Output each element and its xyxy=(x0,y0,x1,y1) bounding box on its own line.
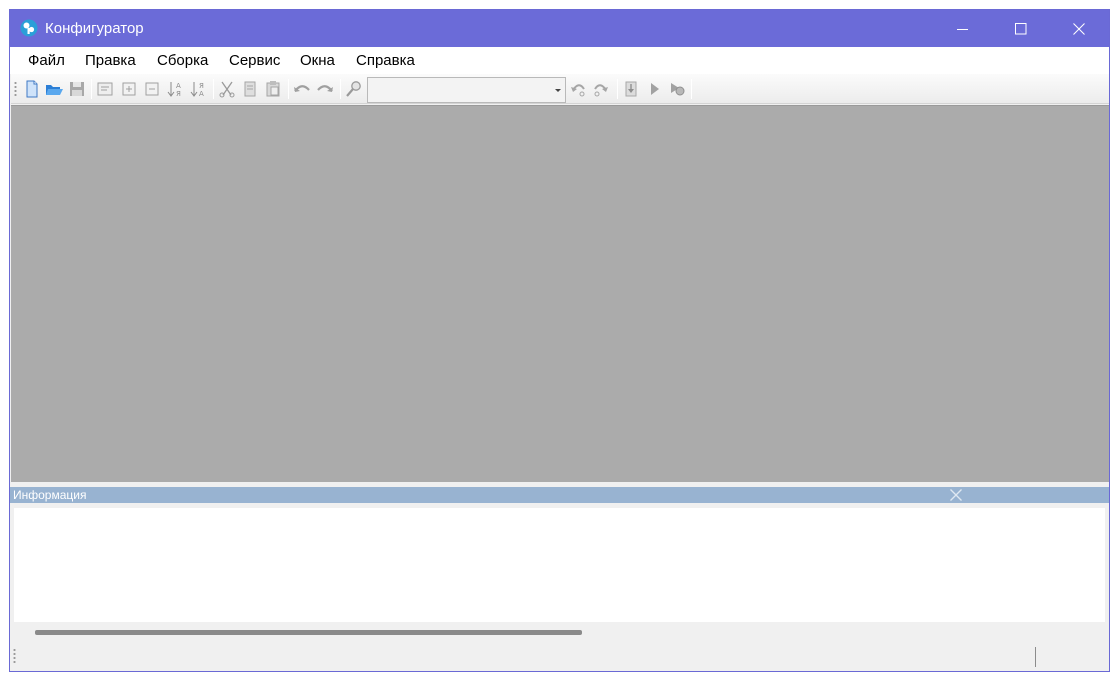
menu-file[interactable]: Файл xyxy=(28,52,65,70)
toolbar-separator xyxy=(340,79,341,99)
expand-icon[interactable] xyxy=(119,79,139,99)
copy-icon[interactable] xyxy=(240,79,260,99)
mdi-workspace[interactable] xyxy=(11,105,1109,482)
toolbar-separator xyxy=(91,79,92,99)
toolbar-separator xyxy=(691,79,692,99)
properties-icon[interactable] xyxy=(95,79,115,99)
toolbar-separator xyxy=(288,79,289,99)
debug-icon[interactable] xyxy=(667,79,687,99)
minimize-button[interactable] xyxy=(934,10,992,47)
undo-icon[interactable] xyxy=(292,79,312,99)
toolbar-separator xyxy=(617,79,618,99)
collapse-icon[interactable] xyxy=(142,79,162,99)
status-grip xyxy=(13,648,16,665)
status-divider xyxy=(1035,647,1036,667)
info-panel-header[interactable]: Информация xyxy=(10,487,1109,503)
horizontal-scrollbar[interactable] xyxy=(14,625,1105,639)
close-button[interactable] xyxy=(1050,10,1108,47)
paste-icon[interactable] xyxy=(263,79,283,99)
svg-text:A: A xyxy=(176,82,181,90)
svg-text:A: A xyxy=(199,90,204,98)
menu-bar: Файл Правка Сборка Сервис Окна Справка xyxy=(10,47,1109,74)
scrollbar-thumb[interactable] xyxy=(35,630,582,635)
toolbar-separator xyxy=(213,79,214,99)
save-icon[interactable] xyxy=(67,79,87,99)
search-combobox[interactable] xyxy=(367,77,566,103)
new-document-icon[interactable] xyxy=(22,79,42,99)
svg-text:Я: Я xyxy=(199,82,204,90)
info-panel-body[interactable] xyxy=(14,508,1105,622)
close-icon[interactable] xyxy=(949,488,963,502)
menu-windows[interactable]: Окна xyxy=(300,52,335,70)
svg-text:Я: Я xyxy=(176,90,181,98)
redo-icon[interactable] xyxy=(315,79,335,99)
info-panel-title: Информация xyxy=(13,488,87,502)
status-bar xyxy=(10,642,1109,671)
close-icon xyxy=(1073,22,1085,35)
toolbar-grip[interactable] xyxy=(14,81,17,98)
chevron-down-icon[interactable] xyxy=(555,89,561,92)
menu-help[interactable]: Справка xyxy=(356,52,415,70)
find-next-icon[interactable] xyxy=(591,79,611,99)
cut-icon[interactable] xyxy=(217,79,237,99)
search-icon[interactable] xyxy=(344,79,364,99)
run-icon[interactable] xyxy=(644,79,664,99)
title-bar[interactable]: Конфигуратор xyxy=(10,10,1109,47)
minimize-icon xyxy=(957,28,968,30)
menu-edit[interactable]: Правка xyxy=(85,52,136,70)
sort-ascending-icon[interactable]: A Я xyxy=(166,79,186,99)
configurator-window: Конфигуратор Файл Правка Сборка Сервис О… xyxy=(9,9,1110,672)
menu-build[interactable]: Сборка xyxy=(157,52,208,70)
app-logo-icon xyxy=(20,19,38,37)
find-previous-icon[interactable] xyxy=(568,79,588,99)
download-icon[interactable] xyxy=(621,79,641,99)
menu-service[interactable]: Сервис xyxy=(229,52,280,70)
sort-descending-icon[interactable]: Я A xyxy=(189,79,209,99)
window-title: Конфигуратор xyxy=(45,20,144,37)
open-folder-icon[interactable] xyxy=(44,79,64,99)
maximize-icon xyxy=(1015,22,1027,34)
toolbar: A Я Я A xyxy=(11,74,1109,104)
maximize-button[interactable] xyxy=(992,10,1050,47)
